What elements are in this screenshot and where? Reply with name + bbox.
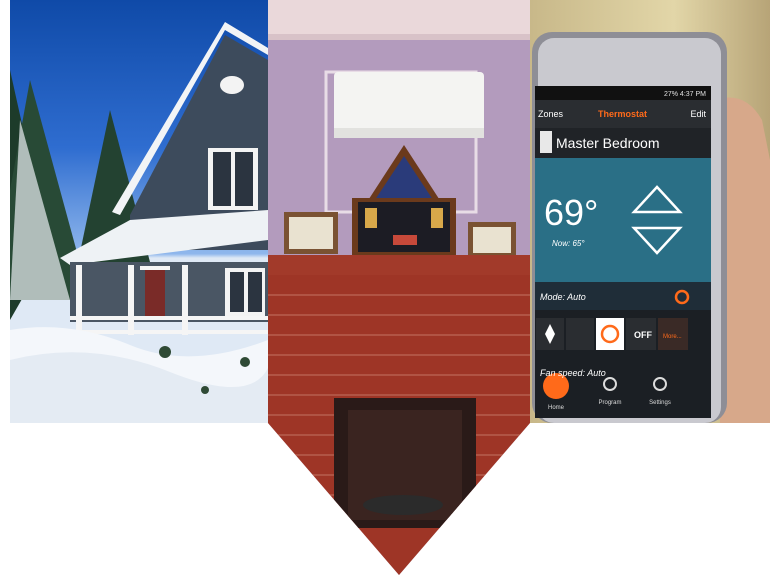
auto-mode-button[interactable] [596, 318, 624, 350]
off-button-label: OFF [634, 330, 652, 340]
fan-speed-label[interactable]: Fan speed: Auto [540, 368, 606, 378]
nav-settings[interactable]: Settings [649, 400, 671, 406]
mode-label[interactable]: Mode: Auto [540, 292, 586, 302]
cool-mode-button[interactable] [566, 318, 594, 350]
fireplace-photo [268, 0, 530, 575]
nav-home[interactable]: Home [548, 405, 565, 411]
zone-name: Master Bedroom [556, 135, 659, 151]
edit-button[interactable]: Edit [690, 109, 706, 119]
status-bar-text: 27% 4:37 PM [664, 91, 706, 98]
door-icon [540, 131, 552, 153]
phone-illustration: 27% 4:37 PM Zones Thermostat Edit Master… [532, 32, 770, 423]
more-button-label: More... [663, 334, 682, 340]
house-photo [10, 0, 268, 423]
fireplace-illustration [268, 0, 530, 575]
back-button[interactable]: Zones [538, 109, 564, 119]
phone-photo: 27% 4:37 PM Zones Thermostat Edit Master… [530, 0, 770, 423]
screen-title: Thermostat [598, 109, 647, 119]
temperature-readout: 69° [544, 192, 598, 233]
house-illustration [10, 22, 268, 423]
current-temperature: Now: 65° [552, 239, 585, 248]
nav-program[interactable]: Program [598, 400, 621, 406]
